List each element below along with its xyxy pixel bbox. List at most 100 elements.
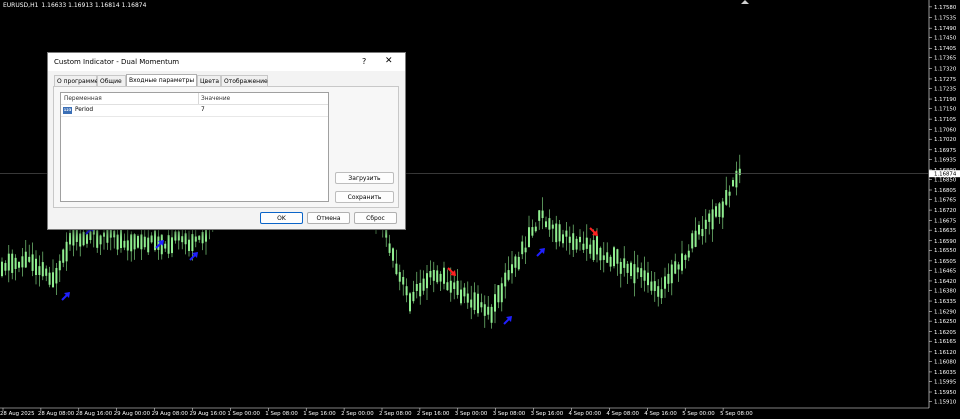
candle-body [599, 247, 602, 261]
candle-body [1, 261, 3, 277]
column-value[interactable]: Значение [201, 96, 230, 102]
candle-body [65, 241, 68, 262]
candle-body [62, 249, 65, 263]
save-button[interactable]: Сохранить [335, 191, 394, 203]
price-label: 1.17535 [934, 16, 956, 22]
price-label: 1.16205 [934, 330, 956, 336]
candle-body [657, 286, 660, 297]
candle-body [157, 236, 160, 250]
price-label: 1.17105 [934, 117, 956, 123]
time-label: 29 Aug 08:00 [152, 411, 189, 417]
param-value[interactable]: 7 [201, 107, 205, 113]
candle-body [31, 254, 34, 271]
price-label: 1.16635 [934, 228, 956, 234]
candle-body [4, 263, 7, 271]
column-variable[interactable]: Переменная [64, 96, 102, 102]
candle-body [708, 213, 711, 222]
candle-body [511, 264, 513, 274]
close-icon[interactable]: ✕ [385, 56, 393, 66]
tab-common[interactable]: Общие [97, 75, 126, 86]
price-label: 1.16505 [934, 259, 956, 265]
ok-button[interactable]: OK [260, 212, 303, 224]
inputs-panel: Переменная Значение 123 Period 7 Загрузи… [53, 86, 399, 208]
candle-body [738, 168, 741, 176]
price-label: 1.15910 [934, 399, 957, 405]
ohlc-values: 1.16633 1.16913 1.16814 1.16874 [41, 2, 147, 9]
cancel-button[interactable]: Отмена [307, 212, 350, 224]
time-label: 4 Sep 08:00 [606, 411, 639, 417]
candle-body [728, 191, 731, 196]
time-label: 3 Sep 16:00 [531, 411, 564, 417]
dialog-title: Custom Indicator - Dual Momentum [54, 58, 180, 66]
custom-indicator-dialog: Custom Indicator - Dual Momentum ? ✕ О п… [47, 52, 406, 230]
candle-body [116, 234, 119, 250]
candle-body [487, 306, 490, 315]
price-label: 1.16035 [934, 370, 956, 376]
candle-body [130, 234, 133, 252]
candle-body [82, 231, 85, 246]
candle-body [147, 237, 150, 253]
price-label: 1.17405 [934, 46, 956, 52]
time-label: 28 Aug 2025 [0, 411, 35, 417]
candle-body [715, 206, 717, 217]
candle-body [670, 264, 673, 284]
candle-body [167, 235, 170, 254]
price-label: 1.17320 [934, 66, 957, 72]
candle-body [58, 260, 61, 271]
tab-about[interactable]: О программе [54, 75, 98, 86]
load-button[interactable]: Загрузить [335, 172, 394, 184]
candle-body [99, 235, 102, 245]
reset-button[interactable]: Сброс [354, 212, 397, 224]
candle-body [446, 282, 449, 291]
time-label: 4 Sep 16:00 [644, 411, 677, 417]
candle-body [137, 235, 139, 248]
candle-body [609, 256, 612, 267]
candle-body [456, 280, 459, 295]
dialog-titlebar[interactable]: Custom Indicator - Dual Momentum ? ✕ [48, 53, 405, 71]
time-label: 2 Sep 16:00 [417, 411, 450, 417]
candle-body [198, 235, 201, 240]
candle-body [725, 190, 728, 205]
price-label: 1.16850 [934, 177, 957, 183]
candle-body [504, 272, 507, 287]
table-row[interactable]: 123 Period 7 [61, 106, 328, 117]
price-label: 1.16975 [934, 148, 956, 154]
candle-body [507, 270, 510, 280]
candle-body [616, 249, 619, 264]
candle-body [184, 233, 187, 245]
candle-body [732, 180, 734, 187]
candle-body [28, 256, 31, 262]
candle-body [171, 237, 173, 254]
candle-body [419, 282, 422, 297]
candle-body [191, 234, 194, 252]
price-label: 1.16380 [934, 288, 957, 294]
time-label: 1 Sep 00:00 [227, 411, 260, 417]
candle-body [548, 218, 551, 230]
candle-body [565, 230, 568, 237]
candle-body [415, 283, 418, 291]
candle-body [432, 269, 435, 281]
collapse-icon[interactable] [741, 0, 749, 4]
price-label: 1.16550 [934, 248, 957, 254]
candle-body [494, 294, 496, 312]
candle-body [721, 201, 724, 218]
candle-body [38, 266, 41, 276]
candle-body [660, 289, 663, 299]
candle-body [150, 235, 153, 243]
candle-body [684, 255, 687, 260]
tab-visualization[interactable]: Отображение [221, 75, 268, 86]
tab-colors[interactable]: Цвета [197, 75, 221, 86]
column-divider[interactable] [198, 93, 199, 104]
candle-body [524, 247, 527, 253]
int-type-icon: 123 [63, 107, 72, 114]
help-icon[interactable]: ? [362, 57, 366, 66]
candle-body [602, 255, 605, 260]
time-label: 2 Sep 08:00 [379, 411, 412, 417]
candle-body [568, 236, 571, 243]
candle-body [41, 262, 44, 277]
candle-body [164, 243, 167, 249]
candle-body [460, 289, 462, 304]
candle-body [388, 243, 391, 253]
time-label: 1 Sep 16:00 [303, 411, 336, 417]
candle-body [395, 263, 398, 275]
